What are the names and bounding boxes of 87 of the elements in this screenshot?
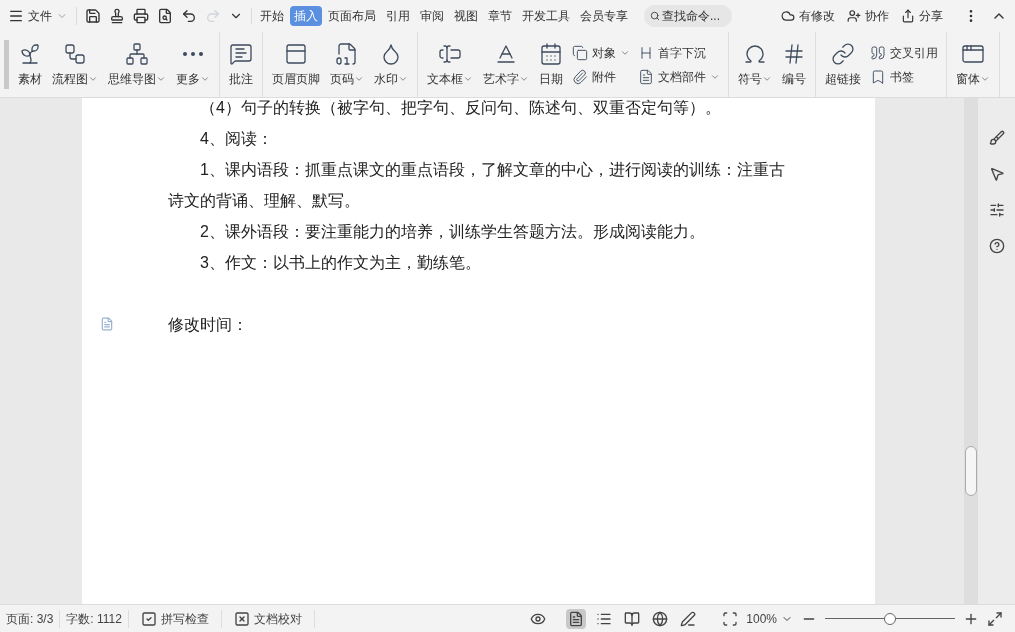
help-icon[interactable]	[988, 238, 1005, 254]
ribbon-button[interactable]: 艺术字	[478, 32, 534, 97]
ribbon-button[interactable]: 更多	[171, 32, 215, 97]
ribbon-tab[interactable]: 引用	[382, 6, 414, 26]
ribbon-button[interactable]: 页眉页脚	[267, 32, 325, 97]
ribbon-button[interactable]: 日期	[534, 32, 568, 97]
cloud-icon	[781, 9, 795, 23]
comment-icon	[229, 41, 253, 66]
zoom-slider-thumb[interactable]	[884, 612, 896, 625]
toolbar-button[interactable]: 有修改	[781, 7, 835, 25]
header-footer-icon	[284, 41, 308, 66]
spell-check-icon	[140, 610, 157, 627]
print-preview-icon[interactable]	[157, 8, 173, 24]
object-icon	[572, 44, 588, 61]
vertical-scrollbar[interactable]	[964, 98, 978, 604]
paragraph: 3、作文：以书上的作文为主，勤练笔。	[199, 253, 482, 273]
ribbon-button[interactable]: 素材	[13, 32, 47, 97]
brush-icon[interactable]	[988, 130, 1005, 146]
sprout-icon	[18, 41, 42, 66]
bookmark-icon	[870, 68, 886, 85]
mind-map-icon	[125, 41, 149, 66]
ribbon-button[interactable]: 文档部件	[638, 67, 720, 86]
calendar-icon	[539, 41, 563, 66]
ribbon-button[interactable]: 交叉引用	[870, 43, 938, 62]
view-button[interactable]	[566, 608, 587, 629]
pointer-icon[interactable]	[988, 166, 1005, 182]
page-number-icon	[335, 41, 359, 66]
web-view-icon	[652, 610, 669, 627]
ribbon-button[interactable]: 流程图	[47, 32, 103, 97]
ribbon-scroll-handle[interactable]	[4, 40, 9, 89]
ribbon-button[interactable]: 附件	[572, 67, 630, 86]
file-menu[interactable]: 文件	[8, 7, 77, 25]
cross-reference-icon	[870, 44, 886, 61]
page-view-icon	[568, 610, 585, 627]
fullscreen-icon[interactable]	[987, 610, 1003, 627]
ribbon-button[interactable]: 符号	[733, 32, 777, 97]
reading-view-icon	[624, 610, 641, 627]
ribbon-button[interactable]: 文本框	[422, 32, 478, 97]
ribbon-tab[interactable]: 视图	[450, 6, 482, 26]
print-icon[interactable]	[133, 8, 149, 24]
ribbon-tab[interactable]: 页面布局	[324, 6, 380, 26]
paragraph: （4）句子的转换（被字句、把字句、反问句、陈述句、双重否定句等）。	[199, 98, 722, 118]
toolbar-button[interactable]: 协作	[847, 7, 889, 25]
ribbon-button[interactable]: 页码	[325, 32, 369, 97]
search-icon	[650, 9, 660, 23]
scroll-thumb[interactable]	[965, 446, 977, 496]
ribbon-tab[interactable]: 会员专享	[576, 6, 632, 26]
zoom-slider[interactable]	[825, 611, 955, 626]
menu-icon	[8, 8, 24, 24]
toolbar-button[interactable]: 分享	[901, 7, 943, 25]
paragraph: 修改时间：	[168, 315, 249, 335]
paperclip-icon	[572, 68, 588, 85]
write-view-icon	[680, 610, 697, 627]
paragraph: 2、课外语段：要注重能力的培养，训练学生答题方法。形成阅读能力。	[199, 222, 706, 242]
status-text: 页面: 3/3	[0, 609, 61, 628]
status-button[interactable]: 拼写检查	[128, 609, 222, 628]
save-icon[interactable]	[85, 8, 101, 24]
document-part-icon	[638, 68, 654, 85]
zoom-dropdown[interactable]: 100%	[746, 609, 793, 628]
proofread-icon	[233, 610, 250, 627]
fit-icon[interactable]	[722, 610, 739, 627]
settings-icon[interactable]	[988, 202, 1005, 218]
paragraph: 4、阅读：	[199, 129, 274, 149]
ribbon-button[interactable]: 编号	[777, 32, 811, 97]
collaborate-icon	[847, 9, 861, 23]
ribbon-tab[interactable]: 开始	[256, 6, 288, 26]
ribbon-tab[interactable]: 章节	[484, 6, 516, 26]
more-icon	[181, 50, 205, 57]
status-button[interactable]: 文档校对	[221, 609, 315, 628]
ribbon-tab[interactable]: 开发工具	[518, 6, 574, 26]
paragraph: 1、课内语段：抓重点课文的重点语段，了解文章的中心，进行阅读的训练：注重古诗文的背诵、理解、默写。	[168, 160, 786, 211]
ribbon-button[interactable]: 批注	[224, 32, 258, 97]
ribbon-button[interactable]: 窗体	[951, 32, 995, 97]
ribbon-button[interactable]: 对象	[572, 43, 630, 62]
ribbon-button[interactable]: 超链接	[820, 32, 866, 97]
undo-icon[interactable]	[181, 8, 197, 24]
search-field[interactable]: 查找命令...	[644, 5, 732, 27]
link-icon	[831, 41, 855, 66]
ribbon-button[interactable]: 首字下沉	[638, 43, 720, 62]
ribbon-button[interactable]: 思维导图	[103, 32, 171, 97]
ribbon-tab[interactable]: 审阅	[416, 6, 448, 26]
flowchart-icon	[63, 41, 87, 66]
share-icon	[901, 9, 915, 23]
status-text: 字数: 1112	[60, 609, 129, 628]
ribbon-button[interactable]: 书签	[870, 67, 938, 86]
ribbon-button[interactable]: 水印	[369, 32, 413, 97]
comment-marker-icon[interactable]	[100, 317, 114, 331]
